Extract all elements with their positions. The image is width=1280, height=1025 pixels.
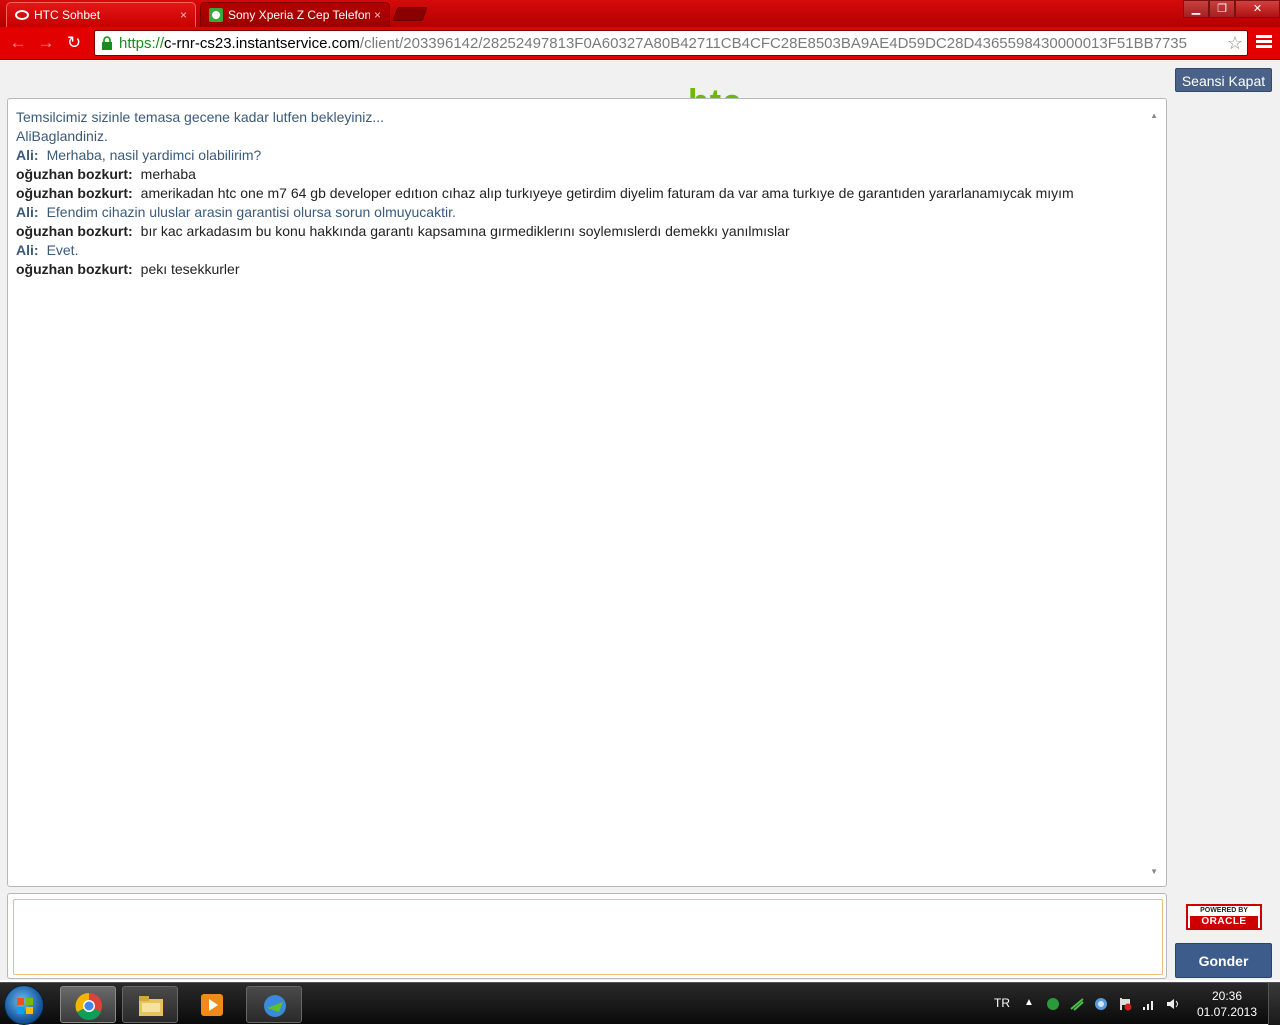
agent-name: Ali: [16,204,39,220]
minimize-button[interactable]: ▁ [1183,0,1209,18]
message-text: pekı tesekkurler [140,261,240,277]
tab-close-icon[interactable]: × [374,8,381,22]
new-tab-button[interactable] [392,7,428,21]
tab-label: Sony Xperia Z Cep Telefon [228,8,370,22]
user-message: oğuzhan bozkurt: amerikadan htc one m7 64… [16,184,1158,203]
bookmark-star-icon[interactable]: ☆ [1227,33,1243,54]
taskbar-download-manager[interactable] [246,986,302,1023]
lock-icon [102,36,112,50]
address-bar[interactable]: https://c-rnr-cs23.instantservice.com/cl… [94,30,1248,56]
agent-name: Ali: [16,147,39,163]
reload-icon[interactable]: ↻ [64,34,84,54]
url-path: /client/203396142/28252497813F0A60327A80… [359,34,1187,52]
scroll-down-arrow-icon[interactable]: ▼ [1150,867,1158,876]
clock-date: 01.07.2013 [1196,1005,1258,1019]
url-host: c-rnr-cs23.instantservice.com [164,34,360,52]
start-button[interactable] [4,985,44,1025]
oracle-favicon-icon [15,10,29,20]
message-text: amerikadan htc one m7 64 gb developer ed… [140,185,1074,201]
taskbar-chrome[interactable] [60,986,116,1023]
forward-arrow-icon[interactable]: → [36,34,56,54]
browser-titlebar: HTC Sohbet × Sony Xperia Z Cep Telefon ×… [0,0,1280,27]
send-button[interactable]: Gonder [1175,943,1272,978]
agent-name: Ali: [16,242,39,258]
action-center-flag-icon[interactable] [1118,997,1132,1011]
tab-sony-xperia[interactable]: Sony Xperia Z Cep Telefon × [200,2,390,27]
browser-toolbar: ← → ↻ https://c-rnr-cs23.instantservice.… [0,27,1280,60]
download-manager-icon [264,995,286,1017]
powered-by-oracle-logo: POWERED BY ORACLE [1186,904,1262,930]
url-scheme: https:// [119,34,165,52]
tab-htc-sohbet[interactable]: HTC Sohbet × [6,2,196,27]
user-message: oğuzhan bozkurt: bır kac arkadasım bu kon… [16,222,1158,241]
user-message: oğuzhan bozkurt: merhaba [16,165,1158,184]
media-player-icon [201,994,223,1016]
agent-message: Ali: Merhaba, nasil yardimci olabilirim? [16,146,1158,165]
htc-logo: htc [688,82,758,98]
chat-page: htc Seansi Kapat Temsilcimiz sizinle tem… [0,61,1280,980]
message-text: Merhaba, nasil yardimci olabilirim? [46,147,262,163]
volume-icon[interactable] [1166,997,1180,1011]
globe-favicon-icon [209,8,223,22]
powered-by-text: POWERED BY [1200,907,1248,914]
chat-input-container [7,893,1167,979]
close-window-button[interactable]: ✕ [1235,0,1280,18]
clock-time: 20:36 [1211,989,1243,1003]
windows-logo-icon [17,998,33,1014]
user-name: oğuzhan bozkurt: [16,166,133,182]
system-message: AliBaglandiniz. [16,128,108,144]
update-icon[interactable] [1094,997,1108,1011]
message-text: Efendim cihazin uluslar arasin garantisi… [46,204,456,220]
taskbar-media-player[interactable] [184,986,240,1023]
tab-close-icon[interactable]: × [180,8,187,22]
message-text: Evet. [46,242,79,258]
language-indicator[interactable]: TR [994,996,1010,1010]
user-name: oğuzhan bozkurt: [16,185,133,201]
show-desktop-button[interactable] [1268,983,1280,1025]
window-controls: ▁ ❐ ✕ [1183,0,1280,18]
sync-icon[interactable] [1070,997,1084,1011]
user-message: oğuzhan bozkurt: pekı tesekkurler [16,260,1158,279]
user-name: oğuzhan bozkurt: [16,261,133,277]
agent-message: Ali: Efendim cihazin uluslar arasin garan… [16,203,1158,222]
tray-expand-icon[interactable]: ▲ [1024,997,1038,1011]
taskbar-explorer[interactable] [122,986,178,1023]
message-text: bır kac arkadasım bu konu hakkında garan… [140,223,790,239]
oracle-text: ORACLE [1190,916,1258,928]
back-arrow-icon[interactable]: ← [8,34,28,54]
network-globe-icon[interactable] [1046,997,1060,1011]
scroll-up-arrow-icon[interactable]: ▲ [1150,111,1158,120]
chrome-icon [75,992,102,1020]
chat-input[interactable] [13,899,1163,975]
windows-taskbar: TR ▲ 20:36 01.07.2013 [0,982,1280,1025]
restore-button[interactable]: ❐ [1209,0,1235,18]
tab-label: HTC Sohbet [34,8,101,22]
signal-bars-icon[interactable] [1142,997,1156,1011]
end-session-button[interactable]: Seansi Kapat [1175,68,1272,92]
user-name: oğuzhan bozkurt: [16,223,133,239]
system-message: Temsilcimiz sizinle temasa gecene kadar … [16,109,385,125]
agent-message: Ali: Evet. [16,241,1158,260]
chrome-menu-icon[interactable] [1256,35,1272,51]
system-clock[interactable]: 20:36 01.07.2013 [1196,988,1258,1020]
message-text: merhaba [140,166,196,182]
chat-transcript[interactable]: Temsilcimiz sizinle temasa gecene kadar … [7,98,1167,887]
folder-icon [139,996,163,1016]
